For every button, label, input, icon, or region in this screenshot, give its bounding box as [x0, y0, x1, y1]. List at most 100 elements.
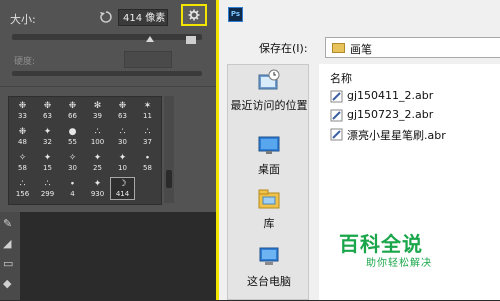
hardness-slider-track[interactable]: [12, 71, 202, 76]
brush-size-label: 32: [43, 138, 52, 146]
brush-grid-scroll-thumb[interactable]: [166, 170, 172, 188]
file-row[interactable]: 漂亮小星星笔刷.abr: [330, 126, 500, 143]
brush-tip-icon: ❉: [18, 127, 27, 137]
hardness-label: 硬度:: [14, 57, 36, 67]
brush-tip-icon: ❉: [118, 101, 127, 111]
brush-preset[interactable]: ✦ 10: [111, 152, 134, 173]
places-bar: 最近访问的位置 桌面 库 这台电脑: [227, 64, 309, 300]
reset-size-icon[interactable]: [99, 10, 113, 24]
brush-size-label: 30: [118, 138, 127, 146]
size-slider-track[interactable]: [12, 34, 202, 40]
hardness-input[interactable]: [124, 51, 172, 68]
brush-preset[interactable]: ❉ 33: [11, 100, 34, 121]
canvas-area: [20, 212, 216, 300]
place-label: 桌面: [258, 163, 280, 176]
folder-dropdown-value: 画笔: [350, 43, 372, 56]
brush-tip-icon: ∙: [144, 153, 151, 163]
brush-size-label: 48: [18, 138, 27, 146]
libraries-icon: [258, 189, 280, 209]
place-recent[interactable]: 最近访问的位置: [228, 67, 310, 125]
new-preset-icon[interactable]: [186, 36, 196, 44]
size-slider-thumb[interactable]: [146, 36, 154, 42]
brush-preset[interactable]: ❉ 66: [61, 100, 84, 121]
brush-size-label: 25: [93, 164, 102, 172]
folder-dropdown[interactable]: 画笔: [325, 37, 500, 58]
brush-tip-icon: ❉: [68, 101, 77, 111]
brush-size-label: 33: [18, 112, 27, 120]
brush-size-label: 299: [40, 190, 55, 198]
brush-tip-icon: ✦: [43, 127, 52, 137]
brush-preset[interactable]: ✦ 25: [86, 152, 109, 173]
file-row[interactable]: gj150723_2.abr: [330, 107, 500, 124]
size-input[interactable]: 414 像素: [118, 9, 168, 26]
gear-icon: [188, 9, 200, 21]
photoshop-logo: Ps: [228, 7, 243, 22]
brush-settings-gear-button[interactable]: [181, 4, 207, 26]
brush-preset[interactable]: ❉ 63: [111, 100, 134, 121]
brush-tool-icon[interactable]: ✎: [3, 218, 17, 230]
file-name: gj150723_2.abr: [347, 108, 434, 121]
brush-preset[interactable]: ✦ 32: [36, 126, 59, 147]
size-label: 大小:: [10, 13, 36, 26]
brush-tip-icon: ∙: [69, 179, 76, 189]
brush-preset[interactable]: ❉ 48: [11, 126, 34, 147]
desktop-icon: [258, 136, 280, 154]
brush-preset[interactable]: ✦ 15: [36, 152, 59, 173]
brush-preset[interactable]: ☽ 414: [110, 177, 135, 200]
brush-size-label: 10: [118, 164, 127, 172]
brush-tip-icon: ✦: [93, 179, 102, 189]
brush-preset[interactable]: ✧ 30: [61, 152, 84, 173]
tool-strip: ✎ ◢ ▭ ◆: [0, 212, 20, 300]
brush-preset[interactable]: ✧ 58: [11, 152, 34, 173]
column-header-name[interactable]: 名称: [330, 70, 352, 86]
brush-size-label: 4: [70, 190, 75, 198]
brush-tip-icon: ∴: [44, 179, 51, 189]
brush-preset[interactable]: ∙ 4: [61, 178, 84, 199]
file-name: gj150411_2.abr: [347, 89, 434, 102]
brush-tip-icon: ❉: [43, 101, 52, 111]
file-name: 漂亮小星星笔刷.abr: [347, 129, 446, 142]
brush-tip-icon: ❉: [18, 101, 27, 111]
place-this-pc[interactable]: 这台电脑: [228, 243, 310, 301]
brush-size-label: 39: [93, 112, 102, 120]
brush-size-label: 414: [115, 190, 130, 198]
brush-tip-icon: ∴: [144, 127, 151, 137]
brush-preset[interactable]: [136, 178, 159, 199]
brush-size-label: 11: [143, 112, 152, 120]
eraser-tool-icon[interactable]: ◢: [3, 238, 17, 250]
place-libraries[interactable]: 库: [228, 185, 310, 243]
load-brushes-dialog: Ps 保存在(I): 画笔 最近访问的位置 桌面 库 这台电脑 名称 gj150…: [216, 0, 500, 300]
brush-tip-icon: ∴: [19, 179, 26, 189]
abr-file-icon: [330, 109, 343, 122]
brush-tip-icon: ∴: [94, 127, 101, 137]
brush-preset[interactable]: ∴ 100: [86, 126, 109, 147]
brush-preset[interactable]: ● 55: [61, 126, 84, 147]
folder-icon: [332, 43, 345, 53]
brush-preset[interactable]: ∙ 58: [136, 152, 159, 173]
brush-size-label: 58: [143, 164, 152, 172]
brush-preset[interactable]: ✶ 11: [136, 100, 159, 121]
brush-tip-icon: ✧: [18, 153, 27, 163]
place-desktop[interactable]: 桌面: [228, 131, 310, 189]
brush-preset[interactable]: ❉ 63: [36, 100, 59, 121]
gradient-tool-icon[interactable]: ▭: [3, 258, 17, 270]
watermark-title: 百科全说: [339, 232, 423, 256]
blur-tool-icon[interactable]: ◆: [3, 278, 17, 290]
brush-size-label: 58: [18, 164, 27, 172]
brush-preset[interactable]: ∴ 156: [11, 178, 34, 199]
brush-preset[interactable]: ✦ 930: [86, 178, 109, 199]
brush-preset-panel: 大小: 414 像素 硬度: ❉ 33 ❉ 63 ❉ 66 ✻ 39 ❉ 63 ✶ 11 ❉ 48 ✦ 32 ●…: [0, 0, 216, 300]
brush-tip-icon: ✦: [93, 153, 102, 163]
brush-size-label: 156: [15, 190, 30, 198]
file-row[interactable]: gj150411_2.abr: [330, 88, 500, 105]
computer-icon: [259, 247, 279, 265]
brush-preset[interactable]: ∴ 299: [36, 178, 59, 199]
brush-preset[interactable]: ∴ 37: [136, 126, 159, 147]
brush-preset[interactable]: ✻ 39: [86, 100, 109, 121]
brush-tip-icon: ✧: [68, 153, 77, 163]
place-label: 库: [263, 217, 275, 230]
brush-tip-icon: [136, 178, 159, 190]
brush-preset[interactable]: ∴ 30: [111, 126, 134, 147]
brush-tip-icon: ∴: [119, 127, 126, 137]
panel-divider: [0, 86, 216, 87]
